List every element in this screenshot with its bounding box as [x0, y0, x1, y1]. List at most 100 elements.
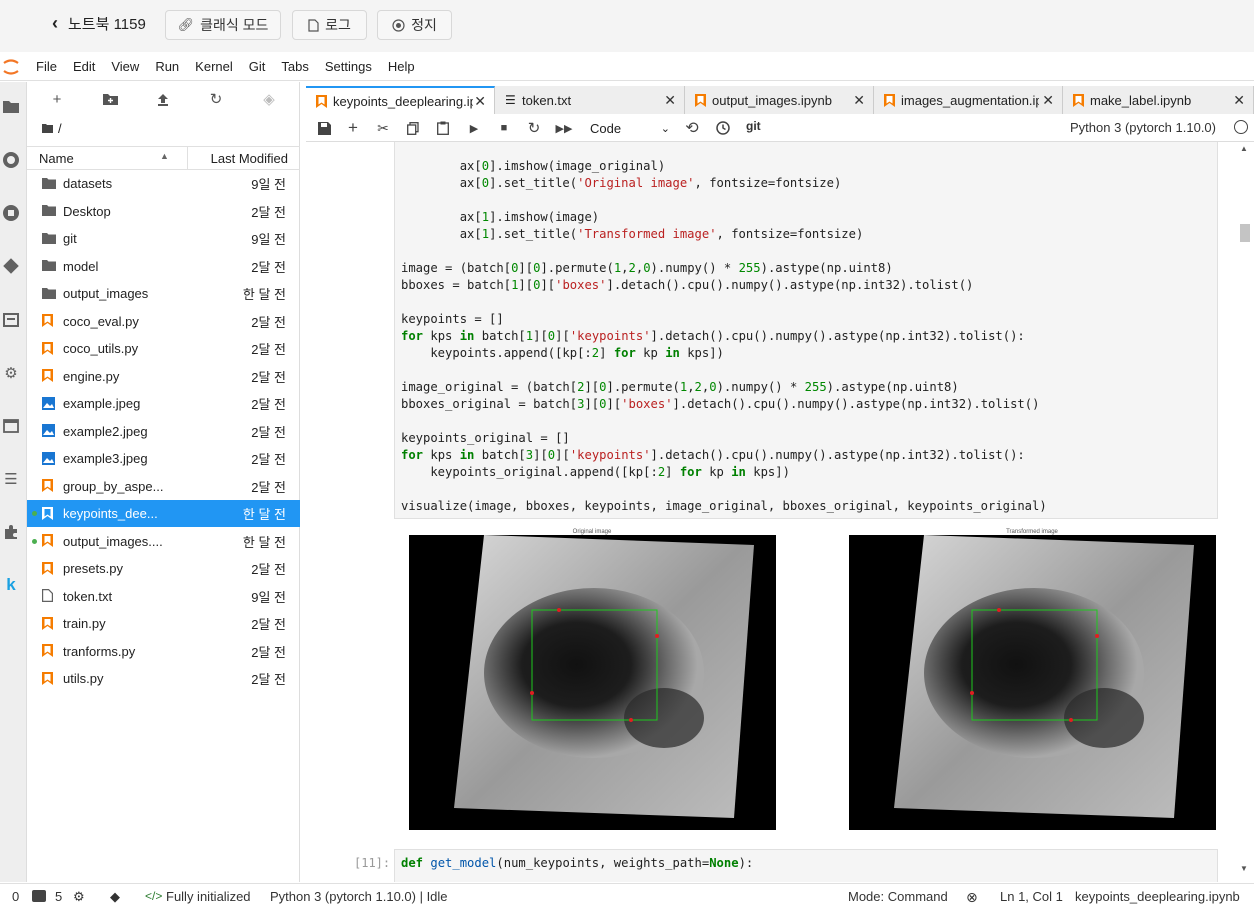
kernel-name[interactable]: Python 3 (pytorch 1.10.0): [1070, 120, 1216, 135]
menu-edit[interactable]: Edit: [65, 59, 103, 74]
chevron-left-icon: ‹: [52, 13, 58, 33]
menu-tabs[interactable]: Tabs: [273, 59, 316, 74]
run-all-icon[interactable]: ▶▶: [555, 119, 573, 137]
file-row[interactable]: example.jpeg 2달 전: [27, 390, 300, 417]
close-icon[interactable]: ✕: [474, 93, 486, 110]
paste-icon[interactable]: [434, 119, 452, 137]
menu-git[interactable]: Git: [241, 59, 274, 74]
toc-icon[interactable]: ☰: [1, 469, 21, 489]
file-row[interactable]: model 2달 전: [27, 253, 300, 280]
file-row[interactable]: example2.jpeg 2달 전: [27, 418, 300, 445]
folder-icon: [42, 124, 53, 133]
close-icon[interactable]: ✕: [853, 92, 865, 109]
file-row[interactable]: group_by_aspe... 2달 전: [27, 473, 300, 500]
close-icon[interactable]: ✕: [1042, 92, 1054, 109]
cut-icon[interactable]: ✂: [374, 119, 392, 137]
name-column-header[interactable]: Name: [39, 151, 74, 166]
menu-run[interactable]: Run: [147, 59, 187, 74]
code-cell[interactable]: ax[0].imshow(image_original) ax[0].set_t…: [394, 142, 1218, 519]
mode-indicator[interactable]: Mode: Command: [848, 889, 948, 904]
kernel-status[interactable]: Python 3 (pytorch 1.10.0) | Idle: [270, 889, 448, 904]
stop-button[interactable]: 정지: [377, 10, 452, 40]
breadcrumb[interactable]: /: [42, 121, 62, 136]
file-row[interactable]: output_images 한 달 전: [27, 280, 300, 307]
property-inspector-icon[interactable]: [1, 310, 21, 330]
notification-icon[interactable]: ⊗: [966, 889, 978, 906]
image-file-icon: [42, 396, 56, 411]
history-icon[interactable]: [714, 119, 732, 137]
link-icon: 🔗︎: [177, 17, 195, 32]
interrupt-icon[interactable]: ■: [495, 119, 513, 137]
file-row[interactable]: output_images.... 한 달 전: [27, 528, 300, 555]
insert-cell-icon[interactable]: +: [344, 118, 362, 137]
code-line: keypoints.append([kp[:2] for kp in kps]): [401, 346, 724, 360]
gear-icon[interactable]: ⚙︎: [1, 363, 21, 383]
code-line: keypoints_original.append([kp[:2] for kp…: [401, 465, 790, 479]
file-name: model: [63, 258, 99, 274]
back-button[interactable]: ‹ 노트북 1159: [52, 13, 146, 34]
file-row[interactable]: engine.py 2달 전: [27, 363, 300, 390]
close-icon[interactable]: ✕: [1233, 92, 1245, 109]
git-branch-icon: ◆: [110, 889, 120, 904]
terminal-count[interactable]: 0: [12, 889, 19, 904]
file-row[interactable]: keypoints_dee... 한 달 전: [27, 500, 300, 527]
menu-view[interactable]: View: [103, 59, 147, 74]
file-list-header: Name ▲ Last Modified: [27, 146, 300, 170]
kite-icon[interactable]: k: [1, 575, 21, 595]
modified-column-header[interactable]: Last Modified: [211, 151, 288, 166]
scroll-down-icon[interactable]: ▼: [1240, 864, 1248, 873]
file-row[interactable]: datasets 9일 전: [27, 170, 300, 197]
file-row[interactable]: presets.py 2달 전: [27, 555, 300, 582]
cursor-position[interactable]: Ln 1, Col 1: [1000, 889, 1063, 904]
tab-list-icon[interactable]: [1, 416, 21, 436]
extension-icon[interactable]: [1, 522, 21, 542]
save-icon[interactable]: [315, 119, 333, 137]
refresh-icon[interactable]: ↻: [207, 90, 225, 108]
file-row[interactable]: tranforms.py 2달 전: [27, 638, 300, 665]
restart-icon[interactable]: ↻: [525, 119, 543, 137]
menu-settings[interactable]: Settings: [317, 59, 380, 74]
git-clone-icon[interactable]: ◈: [260, 90, 278, 108]
file-modified: 2달 전: [251, 479, 286, 495]
file-name: Desktop: [63, 203, 111, 219]
menu-kernel[interactable]: Kernel: [187, 59, 241, 74]
terminal-icon: [32, 890, 46, 902]
close-icon[interactable]: ✕: [664, 92, 676, 109]
tab-token[interactable]: ☰ token.txt ✕: [495, 86, 685, 114]
tab-keypoints-notebook[interactable]: keypoints_deeplearing.ipynb ✕: [306, 86, 495, 114]
menu-file[interactable]: File: [28, 59, 65, 74]
kernel-count[interactable]: 5: [55, 889, 62, 904]
upload-icon[interactable]: [154, 90, 172, 108]
tab-images-augmentation[interactable]: images_augmentation.ipynb ✕: [874, 86, 1063, 114]
lsp-status[interactable]: Fully initialized: [166, 889, 251, 904]
tab-make-label[interactable]: make_label.ipynb ✕: [1063, 86, 1254, 114]
folder-icon[interactable]: [1, 96, 21, 116]
scroll-thumb[interactable]: [1240, 224, 1250, 242]
git-diff-icon[interactable]: ⟲: [683, 119, 701, 137]
tab-output-images[interactable]: output_images.ipynb ✕: [685, 86, 874, 114]
github-icon[interactable]: [1, 150, 21, 170]
file-row[interactable]: git 9일 전: [27, 225, 300, 252]
cell-type-select[interactable]: Code ⌄: [590, 119, 670, 137]
notebook-scrollbar[interactable]: ▲ ▼: [1236, 142, 1254, 882]
file-row[interactable]: utils.py 2달 전: [27, 665, 300, 692]
file-row[interactable]: coco_eval.py 2달 전: [27, 308, 300, 335]
file-row[interactable]: token.txt 9일 전: [27, 583, 300, 610]
new-launcher-icon[interactable]: +: [48, 90, 66, 108]
log-button[interactable]: 로그: [292, 10, 367, 40]
file-row[interactable]: coco_utils.py 2달 전: [27, 335, 300, 362]
code-cell-get-model[interactable]: def get_model(num_keypoints, weights_pat…: [394, 849, 1218, 882]
file-row[interactable]: example3.jpeg 2달 전: [27, 445, 300, 472]
copy-icon[interactable]: [404, 119, 422, 137]
menu-help[interactable]: Help: [380, 59, 423, 74]
classic-mode-button[interactable]: 🔗︎ 클래식 모드: [165, 10, 281, 40]
file-row[interactable]: Desktop 2달 전: [27, 198, 300, 225]
new-folder-icon[interactable]: [101, 90, 119, 108]
running-icon[interactable]: [1, 203, 21, 223]
git-icon[interactable]: [1, 256, 21, 276]
git-button[interactable]: git: [746, 119, 761, 133]
file-name: presets.py: [63, 561, 123, 576]
run-icon[interactable]: ▶: [465, 119, 483, 137]
scroll-up-icon[interactable]: ▲: [1240, 144, 1248, 153]
file-row[interactable]: train.py 2달 전: [27, 610, 300, 637]
